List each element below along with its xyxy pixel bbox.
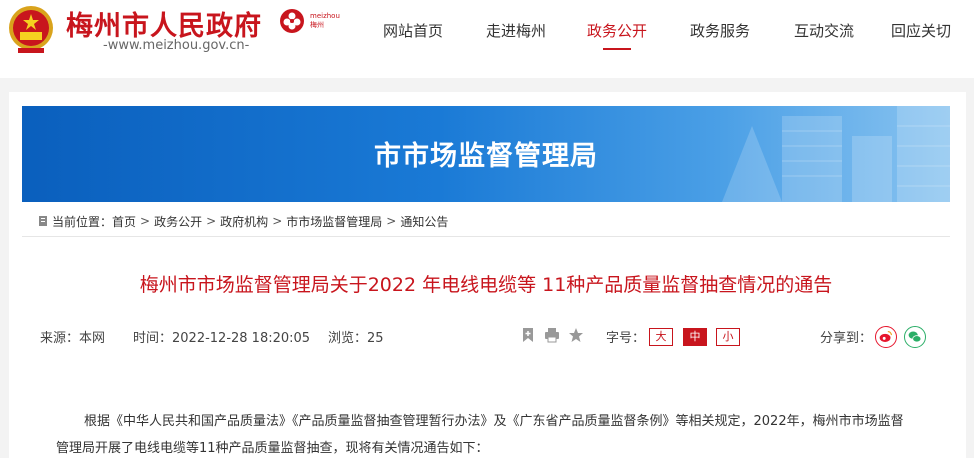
breadcrumb: 当前位置： 首页 > 政务公开 > 政府机构 > 市市场监督管理局 > 通知公告 bbox=[38, 213, 448, 229]
site-header: 梅州市人民政府 -www.meizhou.gov.cn- meizhou 梅州 … bbox=[0, 0, 974, 62]
wechat-share-button[interactable] bbox=[904, 326, 926, 348]
nav-interaction[interactable]: 互动交流 bbox=[772, 0, 876, 62]
font-size-large-button[interactable]: 大 bbox=[649, 328, 673, 346]
banner-title: 市市场监督管理局 bbox=[374, 141, 598, 172]
brand-text: meizhou 梅州 bbox=[310, 12, 340, 30]
bookmark-icon[interactable] bbox=[520, 327, 536, 343]
emblem-icon[interactable] bbox=[6, 4, 56, 56]
weibo-share-button[interactable] bbox=[875, 326, 897, 348]
article-time: 时间：2022-12-28 18:20:05 bbox=[133, 331, 311, 346]
star-icon[interactable] bbox=[568, 327, 584, 343]
breadcrumb-home[interactable]: 首页 bbox=[112, 213, 136, 230]
weibo-icon bbox=[879, 330, 893, 342]
breadcrumb-separator: > bbox=[272, 214, 283, 228]
font-size-small-button[interactable]: 小 bbox=[716, 328, 740, 346]
nav-gov-services[interactable]: 政务服务 bbox=[668, 0, 772, 62]
main-nav: 网站首页 走进梅州 政务公开 政务服务 互动交流 回应关切 bbox=[360, 0, 966, 62]
nav-home[interactable]: 网站首页 bbox=[360, 0, 466, 62]
article-title: 梅州市市场监督管理局关于2022 年电线电缆等 11种产品质量监督抽查情况的通告 bbox=[139, 274, 833, 296]
print-icon[interactable] bbox=[544, 327, 560, 343]
department-banner: 市市场监督管理局 bbox=[22, 106, 950, 202]
site-url: -www.meizhou.gov.cn- bbox=[103, 38, 250, 53]
breadcrumb-separator: > bbox=[386, 214, 397, 228]
breadcrumb-divider bbox=[22, 236, 950, 237]
breadcrumb-department[interactable]: 市市场监督管理局 bbox=[286, 213, 382, 230]
breadcrumb-separator: > bbox=[206, 214, 217, 228]
breadcrumb-gov-affairs[interactable]: 政务公开 bbox=[154, 213, 202, 230]
font-size-medium-button[interactable]: 中 bbox=[683, 328, 707, 346]
article-body: 根据《中华人民共和国产品质量法》《产品质量监督抽查管理暂行办法》及《广东省产品质… bbox=[56, 414, 904, 456]
location-icon bbox=[39, 216, 47, 226]
breadcrumb-gov-agencies[interactable]: 政府机构 bbox=[220, 213, 268, 230]
brand-text-bottom: 梅州 bbox=[310, 21, 324, 29]
breadcrumb-prefix: 当前位置： bbox=[52, 214, 113, 229]
article-source: 来源：本网 bbox=[40, 331, 106, 346]
font-size-label: 字号： bbox=[606, 331, 646, 346]
article-views: 浏览：25 bbox=[328, 331, 384, 346]
breadcrumb-notices[interactable]: 通知公告 bbox=[400, 213, 448, 230]
nav-about-meizhou[interactable]: 走进梅州 bbox=[466, 0, 566, 62]
wechat-icon bbox=[908, 331, 922, 343]
share-label: 分享到： bbox=[820, 331, 873, 346]
nav-gov-affairs-open[interactable]: 政务公开 bbox=[566, 0, 668, 62]
brand-text-top: meizhou bbox=[310, 12, 340, 20]
breadcrumb-separator: > bbox=[140, 214, 151, 228]
brand-logo-icon bbox=[280, 9, 304, 33]
nav-concerns[interactable]: 回应关切 bbox=[876, 0, 966, 62]
